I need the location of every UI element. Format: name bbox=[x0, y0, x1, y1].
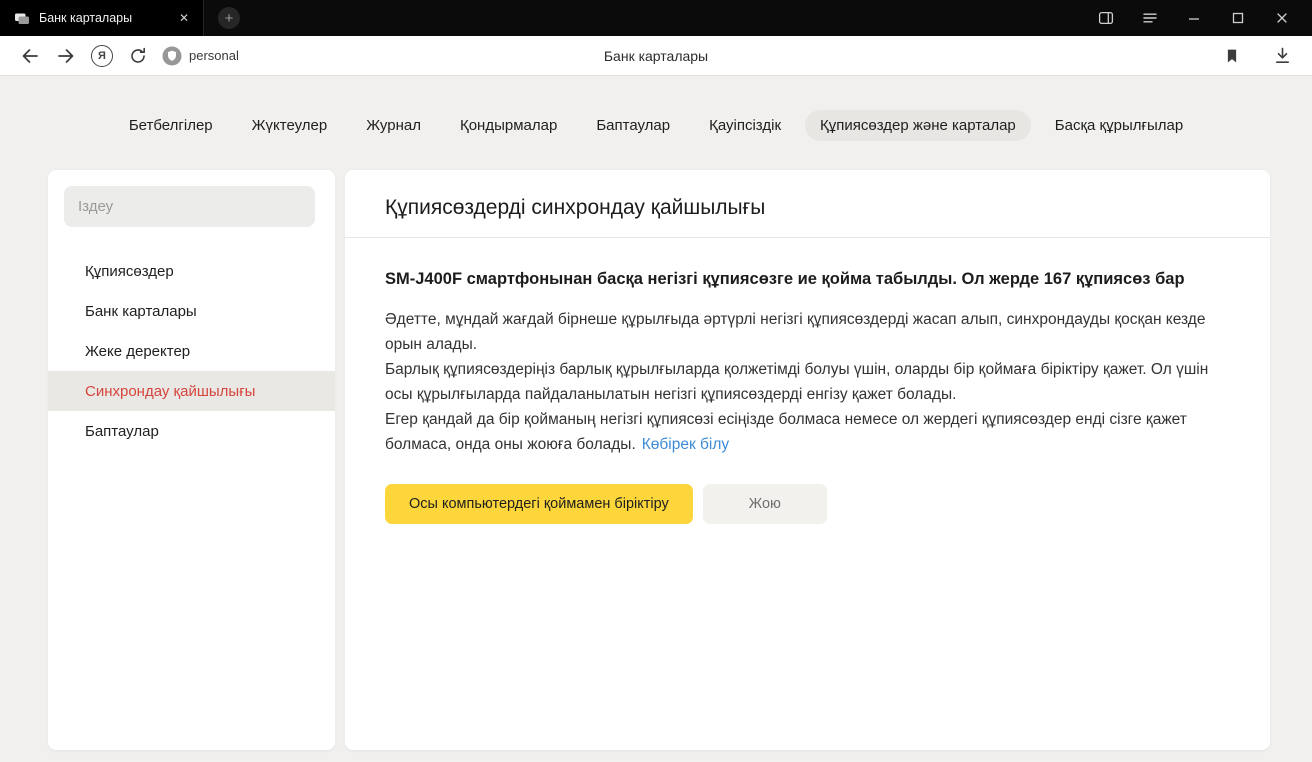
browser-tab[interactable]: Банк карталары ✕ bbox=[0, 0, 204, 36]
sidebar-list: Құпиясөздер Банк карталары Жеке деректер… bbox=[48, 251, 335, 451]
downloads-button[interactable] bbox=[1264, 40, 1300, 72]
sidebar-item-bank-cards[interactable]: Банк карталары bbox=[48, 291, 335, 331]
conflict-description: Әдетте, мұндай жағдай бірнеше құрылғыда … bbox=[385, 307, 1217, 457]
back-button[interactable] bbox=[12, 40, 48, 72]
tab-close-icon[interactable]: ✕ bbox=[175, 9, 193, 27]
yandex-home-button[interactable]: Я bbox=[84, 40, 120, 72]
merge-storage-button[interactable]: Осы компьютердегі қоймамен біріктіру bbox=[385, 484, 693, 524]
window-titlebar: Банк карталары ✕ + bbox=[0, 0, 1312, 36]
nav-item-history[interactable]: Журнал bbox=[351, 110, 436, 141]
profile-badge[interactable]: personal bbox=[162, 46, 239, 66]
close-window-button[interactable] bbox=[1260, 0, 1304, 36]
browser-menu-icon[interactable] bbox=[1128, 0, 1172, 36]
nav-item-other-devices[interactable]: Басқа құрылғылар bbox=[1040, 110, 1198, 141]
reload-button[interactable] bbox=[120, 40, 156, 72]
protect-shield-icon bbox=[162, 46, 182, 66]
description-paragraph-3: Егер қандай да бір қойманың негізгі құпи… bbox=[385, 407, 1217, 457]
window-controls bbox=[1084, 0, 1304, 36]
tab-title: Банк карталары bbox=[39, 11, 166, 25]
learn-more-link[interactable]: Көбірек білу bbox=[642, 436, 729, 453]
passwords-sidebar: Құпиясөздер Банк карталары Жеке деректер… bbox=[48, 170, 335, 750]
nav-item-passwords-cards[interactable]: Құпиясөздер және карталар bbox=[805, 110, 1031, 141]
description-paragraph-2: Барлық құпиясөздеріңіз барлық құрылғылар… bbox=[385, 357, 1217, 407]
sidebar-item-sync-conflict[interactable]: Синхрондау қайшылығы bbox=[48, 371, 335, 411]
profile-name: personal bbox=[189, 48, 239, 63]
tab-favicon-icon bbox=[14, 10, 30, 26]
minimize-button[interactable] bbox=[1172, 0, 1216, 36]
nav-item-bookmarks[interactable]: Бетбелгілер bbox=[114, 110, 228, 141]
delete-button[interactable]: Жою bbox=[703, 484, 827, 524]
panel-title: Құпиясөздерді синхрондау қайшылығы bbox=[345, 170, 1270, 238]
bookmark-button[interactable] bbox=[1214, 40, 1250, 72]
sidebar-item-passwords[interactable]: Құпиясөздер bbox=[48, 251, 335, 291]
nav-item-settings[interactable]: Баптаулар bbox=[581, 110, 685, 141]
maximize-button[interactable] bbox=[1216, 0, 1260, 36]
side-panel-icon[interactable] bbox=[1084, 0, 1128, 36]
nav-item-downloads[interactable]: Жүктеулер bbox=[237, 110, 343, 141]
search-input[interactable] bbox=[64, 186, 315, 227]
settings-nav: Бетбелгілер Жүктеулер Журнал Қондырмалар… bbox=[0, 110, 1312, 141]
sidebar-item-settings[interactable]: Баптаулар bbox=[48, 411, 335, 451]
nav-item-extensions[interactable]: Қондырмалар bbox=[445, 110, 572, 141]
new-tab-button[interactable]: + bbox=[218, 7, 240, 29]
conflict-heading: SM-J400F смартфонынан басқа негізгі құпи… bbox=[385, 266, 1185, 292]
nav-item-security[interactable]: Қауіпсіздік bbox=[694, 110, 796, 141]
sidebar-item-personal-data[interactable]: Жеке деректер bbox=[48, 331, 335, 371]
forward-button[interactable] bbox=[48, 40, 84, 72]
description-paragraph-1: Әдетте, мұндай жағдай бірнеше құрылғыда … bbox=[385, 307, 1217, 357]
sync-conflict-panel: Құпиясөздерді синхрондау қайшылығы SM-J4… bbox=[345, 170, 1270, 750]
browser-toolbar: Я personal Банк карталары bbox=[0, 36, 1312, 76]
yandex-logo-icon: Я bbox=[91, 45, 113, 67]
